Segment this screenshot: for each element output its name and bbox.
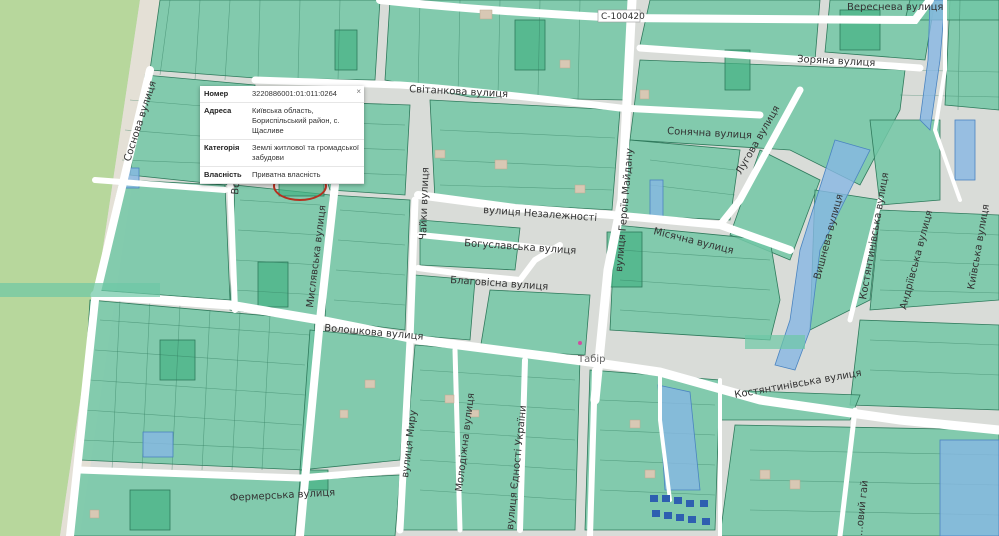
green-strip-2 xyxy=(745,335,805,349)
info-row-category: Категорія Землі житлової та громадської … xyxy=(200,139,364,167)
info-value: Київська область, Бориспільський район, … xyxy=(248,102,364,140)
place-label-tabir: Табір xyxy=(577,353,606,365)
map-canvas[interactable]: Вереснева вулиця Зоряна вулиця Світанков… xyxy=(0,0,999,536)
info-row-address: Адреса Київська область, Бориспільський … xyxy=(200,102,364,140)
info-key: Адреса xyxy=(200,102,248,140)
green-strip xyxy=(0,283,160,297)
info-key: Номер xyxy=(200,86,248,103)
parcel-info-popup: × Номер 3220886001:01:011:0264 Адреса Ки… xyxy=(200,86,364,184)
info-key: Категорія xyxy=(200,139,248,167)
info-key: Власність xyxy=(200,166,248,184)
info-row-ownership: Власність Приватна власність xyxy=(200,166,364,184)
info-value: Приватна власність xyxy=(248,166,364,184)
info-value: 3220886001:01:011:0264 xyxy=(248,86,364,103)
close-icon[interactable]: × xyxy=(356,87,361,96)
info-row-number: Номер 3220886001:01:011:0264 xyxy=(200,86,364,103)
parcel-info-table: Номер 3220886001:01:011:0264 Адреса Київ… xyxy=(200,86,364,184)
cadastral-map[interactable]: Вереснева вулиця Зоряна вулиця Світанков… xyxy=(0,0,999,536)
road-ref-label: C-100420 xyxy=(601,12,645,22)
info-value: Землі житлової та громадської забудови xyxy=(248,139,364,167)
place-marker-icon xyxy=(578,341,582,345)
street-label-veresneva: Вереснева вулиця xyxy=(847,2,943,13)
